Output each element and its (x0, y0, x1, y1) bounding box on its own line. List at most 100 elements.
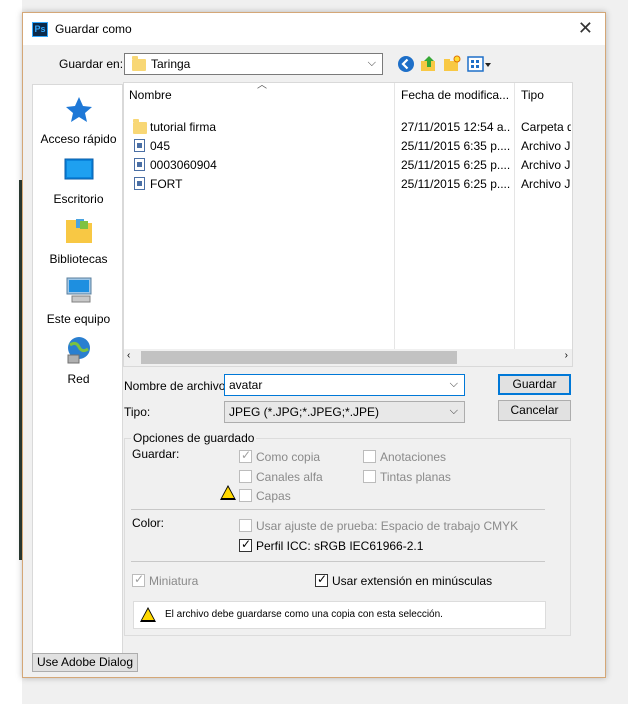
horizontal-scrollbar[interactable]: ‹ › (124, 349, 572, 366)
scroll-right-icon[interactable]: › (565, 350, 568, 361)
filetype-value: JPEG (*.JPG;*.JPEG;*.JPE) (229, 405, 380, 419)
filetype-label: Tipo: (124, 405, 151, 419)
file-name: 045 (150, 139, 171, 153)
place-label: Red (67, 372, 90, 386)
warning-message: El archivo debe guardarse como una copia… (165, 609, 443, 620)
icc-profile-checkbox[interactable]: ✓ (239, 537, 252, 552)
file-type: Archivo JP (521, 158, 571, 172)
title-bar[interactable]: Ps Guardar como ✕ (23, 13, 605, 45)
thumbnail-label: Miniatura (149, 574, 199, 588)
place-network[interactable]: Red (33, 335, 124, 386)
icc-profile-label: Perfil ICC: sRGB IEC61966-2.1 (256, 539, 424, 553)
window-title: Guardar como (55, 22, 132, 36)
image-file-icon (134, 158, 145, 171)
file-type: Carpeta d (521, 120, 571, 134)
proof-setup-checkbox[interactable] (239, 519, 252, 532)
place-libraries[interactable]: Bibliotecas (33, 215, 124, 266)
place-label: Acceso rápido (40, 132, 117, 146)
image-file-icon (134, 177, 145, 190)
divider (131, 509, 545, 510)
save-in-label: Guardar en: (59, 57, 124, 71)
as-copy-checkbox[interactable]: ✓ (239, 448, 252, 463)
file-date: 25/11/2015 6:35 p.... (401, 139, 511, 153)
layers-label: Capas (256, 489, 291, 503)
annotations-label: Anotaciones (380, 450, 447, 464)
save-in-combo[interactable]: Taringa ⌵ (124, 53, 383, 75)
layers-checkbox[interactable] (239, 489, 252, 502)
file-date: 25/11/2015 6:25 p.... (401, 177, 511, 191)
save-in-value: Taringa (151, 57, 191, 71)
folder-icon (132, 56, 146, 71)
list-item[interactable]: 0003060904 25/11/2015 6:25 p.... Archivo… (124, 156, 572, 175)
alpha-channels-checkbox[interactable] (239, 470, 252, 483)
save-label: Guardar: (132, 447, 180, 461)
spot-colors-label: Tintas planas (380, 470, 451, 484)
scrollbar-thumb[interactable] (141, 351, 457, 364)
chevron-down-icon: ⌵ (449, 405, 458, 417)
desktop-icon (64, 158, 93, 180)
place-label: Bibliotecas (49, 252, 108, 266)
save-button[interactable]: Guardar (498, 374, 571, 395)
filename-input[interactable]: avatar ⌵ (224, 374, 465, 396)
new-folder-icon[interactable] (443, 55, 461, 73)
filename-label: Nombre de archivo: (124, 379, 229, 393)
lowercase-extension-label: Usar extensión en minúsculas (332, 574, 493, 588)
computer-icon (66, 277, 91, 303)
place-this-pc[interactable]: Este equipo (33, 275, 124, 326)
chevron-down-icon: ⌵ (367, 57, 376, 69)
chevron-down-icon[interactable]: ⌵ (450, 378, 458, 391)
file-name: tutorial firma (150, 120, 217, 134)
place-label: Escritorio (53, 192, 104, 206)
warning-icon (140, 607, 156, 622)
as-copy-label: Como copia (256, 450, 321, 464)
filetype-select[interactable]: JPEG (*.JPG;*.JPEG;*.JPE) ⌵ (224, 401, 465, 423)
place-quick-access[interactable]: Acceso rápido (33, 95, 124, 146)
list-item[interactable]: FORT 25/11/2015 6:25 p.... Archivo JP (124, 175, 572, 194)
folder-icon (133, 119, 147, 134)
place-label: Este equipo (46, 312, 111, 326)
warning-icon (220, 485, 236, 500)
spot-colors-checkbox[interactable] (363, 470, 376, 483)
check-icon: ✓ (317, 572, 328, 586)
file-name: 0003060904 (150, 158, 217, 172)
photoshop-app-icon: Ps (32, 22, 48, 37)
color-label: Color: (132, 516, 165, 530)
file-type: Archivo JP (521, 139, 571, 153)
save-as-dialog: Ps Guardar como ✕ Guardar en: Taringa ⌵ (22, 12, 606, 678)
scroll-left-icon[interactable]: ‹ (127, 350, 130, 361)
close-icon[interactable]: ✕ (578, 18, 593, 39)
network-icon (67, 337, 90, 364)
cancel-button[interactable]: Cancelar (498, 400, 571, 421)
file-date: 27/11/2015 12:54 a... (401, 120, 511, 134)
file-list[interactable]: ︿ Nombre Fecha de modifica... Tipo tutor… (123, 80, 576, 367)
lowercase-extension-checkbox[interactable]: ✓ (315, 572, 328, 587)
warning-message-box: El archivo debe guardarse como una copia… (133, 601, 546, 629)
annotations-checkbox[interactable] (363, 450, 376, 463)
alpha-channels-label: Canales alfa (256, 470, 323, 484)
list-item[interactable]: tutorial firma 27/11/2015 12:54 a... Car… (124, 118, 572, 137)
star-icon (65, 97, 92, 122)
file-date: 25/11/2015 6:25 p.... (401, 158, 511, 172)
list-item[interactable]: 045 25/11/2015 6:35 p.... Archivo JP (124, 137, 572, 156)
filename-value: avatar (229, 378, 263, 392)
place-desktop[interactable]: Escritorio (33, 155, 124, 206)
column-header-type[interactable]: Tipo (516, 83, 576, 107)
column-header-date[interactable]: Fecha de modifica... (396, 83, 514, 107)
check-icon: ✓ (241, 448, 252, 462)
divider (131, 561, 545, 562)
image-file-icon (134, 139, 145, 152)
up-folder-icon[interactable] (420, 55, 438, 73)
back-icon[interactable] (397, 55, 415, 73)
save-options-legend: Opciones de guardado (131, 431, 257, 445)
file-type: Archivo JP (521, 177, 571, 191)
places-bar: Acceso rápido Escritorio Bibliotecas Est… (32, 84, 123, 655)
view-menu-icon[interactable] (467, 55, 493, 73)
check-icon: ✓ (241, 537, 252, 551)
proof-setup-label: Usar ajuste de prueba: Espacio de trabaj… (256, 519, 519, 533)
check-icon: ✓ (134, 572, 145, 586)
column-header-name[interactable]: Nombre (124, 83, 394, 107)
thumbnail-checkbox[interactable]: ✓ (132, 572, 145, 587)
use-adobe-dialog-button[interactable]: Use Adobe Dialog (32, 653, 138, 672)
file-name: FORT (150, 177, 183, 191)
libraries-icon (65, 219, 92, 243)
